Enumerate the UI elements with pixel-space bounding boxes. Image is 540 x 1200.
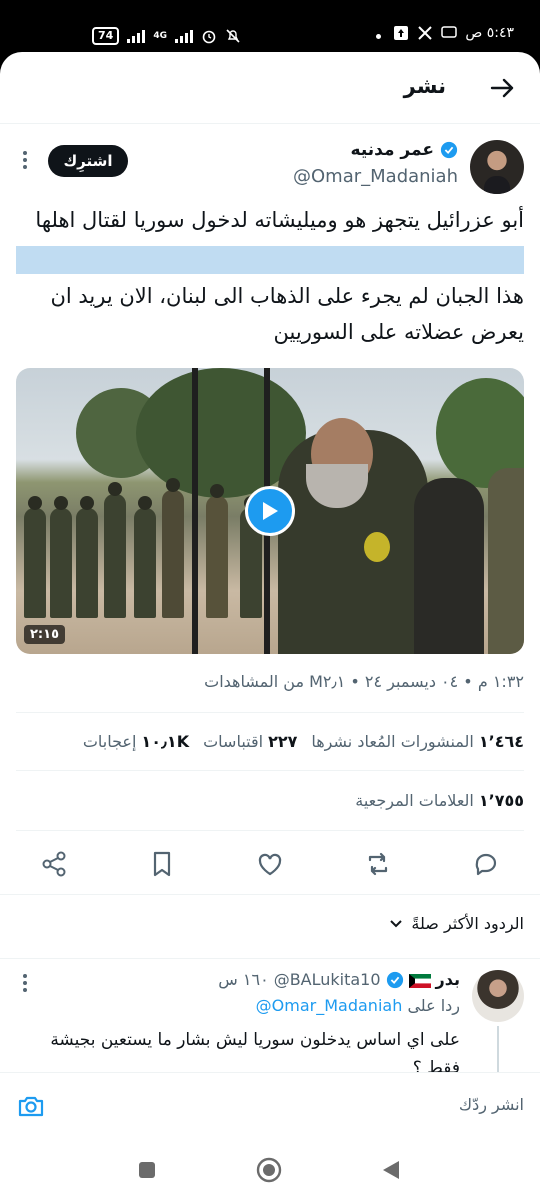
text-selection-highlight (16, 246, 524, 274)
system-nav-bar (0, 1138, 540, 1200)
reply-avatar[interactable] (472, 970, 524, 1022)
mute-icon (225, 28, 241, 44)
bookmarks-count: ١٬٧٥٥ (478, 791, 524, 810)
reply-icon[interactable] (472, 850, 500, 878)
reply-input[interactable]: انشر ردّك (459, 1095, 524, 1114)
video-duration: ٢:١٥ (24, 625, 66, 644)
notification-dot (376, 34, 381, 39)
back-icon[interactable] (377, 1156, 405, 1184)
status-left: 74 4G (92, 27, 241, 45)
replying-prefix: ردا على (407, 996, 460, 1015)
reposts-stat[interactable]: ١٬٤٦٤المنشورات المُعاد نشرها (311, 732, 524, 751)
video-soldier (50, 496, 72, 618)
reply-time: ١٦٠ س (218, 970, 269, 989)
message-icon (441, 25, 458, 41)
bookmarks-label: العلامات المرجعية (355, 791, 474, 810)
tweet-text-line1: أبو عزرائيل يتجهز هو وميليشاته لدخول سور… (35, 208, 524, 232)
likes-stat[interactable]: ١٠٫١Kإعجابات (83, 732, 189, 751)
bookmark-icon[interactable] (148, 850, 176, 878)
play-icon[interactable] (245, 486, 295, 536)
kuwait-flag-icon (408, 973, 431, 988)
quotes-count: ٢٢٧ (268, 732, 298, 751)
divider (16, 830, 524, 831)
author-handle[interactable]: @Omar_Madaniah (293, 166, 458, 187)
reply-header: بدر @BALukita10 ١٦٠ س (218, 970, 460, 989)
video-patch (364, 532, 390, 562)
video-player[interactable]: ٢:١٥ (16, 368, 524, 654)
clock: ٥:٤٣ ص (465, 25, 514, 41)
camera-icon[interactable] (16, 1091, 46, 1121)
quotes-stat[interactable]: ٢٢٧اقتباسات (203, 732, 297, 751)
reply-author-handle[interactable]: @BALukita10 (274, 970, 381, 989)
page-title: نشر (403, 74, 446, 98)
reply-composer: انشر ردّك (0, 1072, 540, 1138)
sort-label: الردود الأكثر صلةً (411, 914, 524, 933)
verified-icon (386, 971, 403, 988)
action-bar (0, 842, 540, 888)
signal-icon-2 (174, 29, 193, 43)
video-soldier (24, 496, 46, 618)
tweet-text-line2: هذا الجبان لم يجرء على الذهاب الى لبنان،… (50, 284, 524, 344)
divider (0, 958, 540, 959)
battery-indicator: 74 (92, 27, 120, 45)
video-figure-right (414, 478, 484, 654)
divider (0, 894, 540, 895)
bookmarks-stat[interactable]: ١٬٧٥٥العلامات المرجعية (355, 791, 524, 810)
video-soldier (104, 482, 126, 618)
tweet-meta: ١:٣٢ م • ٠٤ ديسمبر ٢٤ • M٢٫١ من المشاهدا… (204, 672, 524, 691)
top-bar: نشر (0, 52, 540, 124)
replying-mention[interactable]: @Omar_Madaniah (256, 996, 403, 1015)
divider (16, 712, 524, 713)
home-icon[interactable] (255, 1156, 283, 1184)
network-type: 4G (153, 31, 167, 41)
reposts-label: المنشورات المُعاد نشرها (311, 732, 474, 751)
replying-to: ردا على @Omar_Madaniah (256, 996, 460, 1015)
signal-icon (127, 29, 146, 43)
likes-count: ١٠٫١K (141, 732, 190, 751)
share-icon[interactable] (40, 850, 68, 878)
author-name-row[interactable]: عمر مدنيه (351, 140, 458, 160)
video-soldier (206, 484, 228, 618)
post-sheet: نشر عمر مدنيه @Omar_Madaniah اشترِك أبو … (0, 52, 540, 1200)
status-right: ٥:٤٣ ص (393, 25, 514, 41)
quotes-label: اقتباسات (203, 732, 264, 751)
likes-label: إعجابات (82, 732, 137, 751)
more-icon[interactable] (22, 151, 28, 171)
video-soldier (162, 478, 184, 618)
alarm-icon (201, 28, 217, 44)
author-name: عمر مدنيه (350, 140, 434, 160)
x-logo-icon (417, 25, 433, 41)
verified-icon (440, 141, 458, 159)
video-figure-edge (488, 468, 524, 654)
video-pole (192, 368, 198, 654)
more-icon[interactable] (22, 974, 28, 994)
reposts-count: ١٬٤٦٤ (478, 732, 524, 751)
back-arrow-icon[interactable] (488, 74, 516, 102)
author-avatar[interactable] (470, 140, 524, 194)
stats-row: ١٬٤٦٤المنشورات المُعاد نشرها ٢٢٧اقتباسات… (83, 732, 524, 751)
heart-icon[interactable] (256, 850, 284, 878)
recents-icon[interactable] (133, 1156, 161, 1184)
divider (16, 770, 524, 771)
video-soldier (134, 496, 156, 618)
repost-icon[interactable] (364, 850, 392, 878)
video-soldier (76, 496, 98, 618)
upload-icon (393, 25, 409, 41)
subscribe-button[interactable]: اشترِك (48, 145, 128, 177)
status-bar: 74 4G ٥:٤٣ ص (0, 0, 540, 52)
reply-sort-dropdown[interactable]: الردود الأكثر صلةً (389, 914, 524, 933)
chevron-down-icon (390, 919, 403, 927)
reply-author-name[interactable]: بدر (436, 970, 460, 989)
